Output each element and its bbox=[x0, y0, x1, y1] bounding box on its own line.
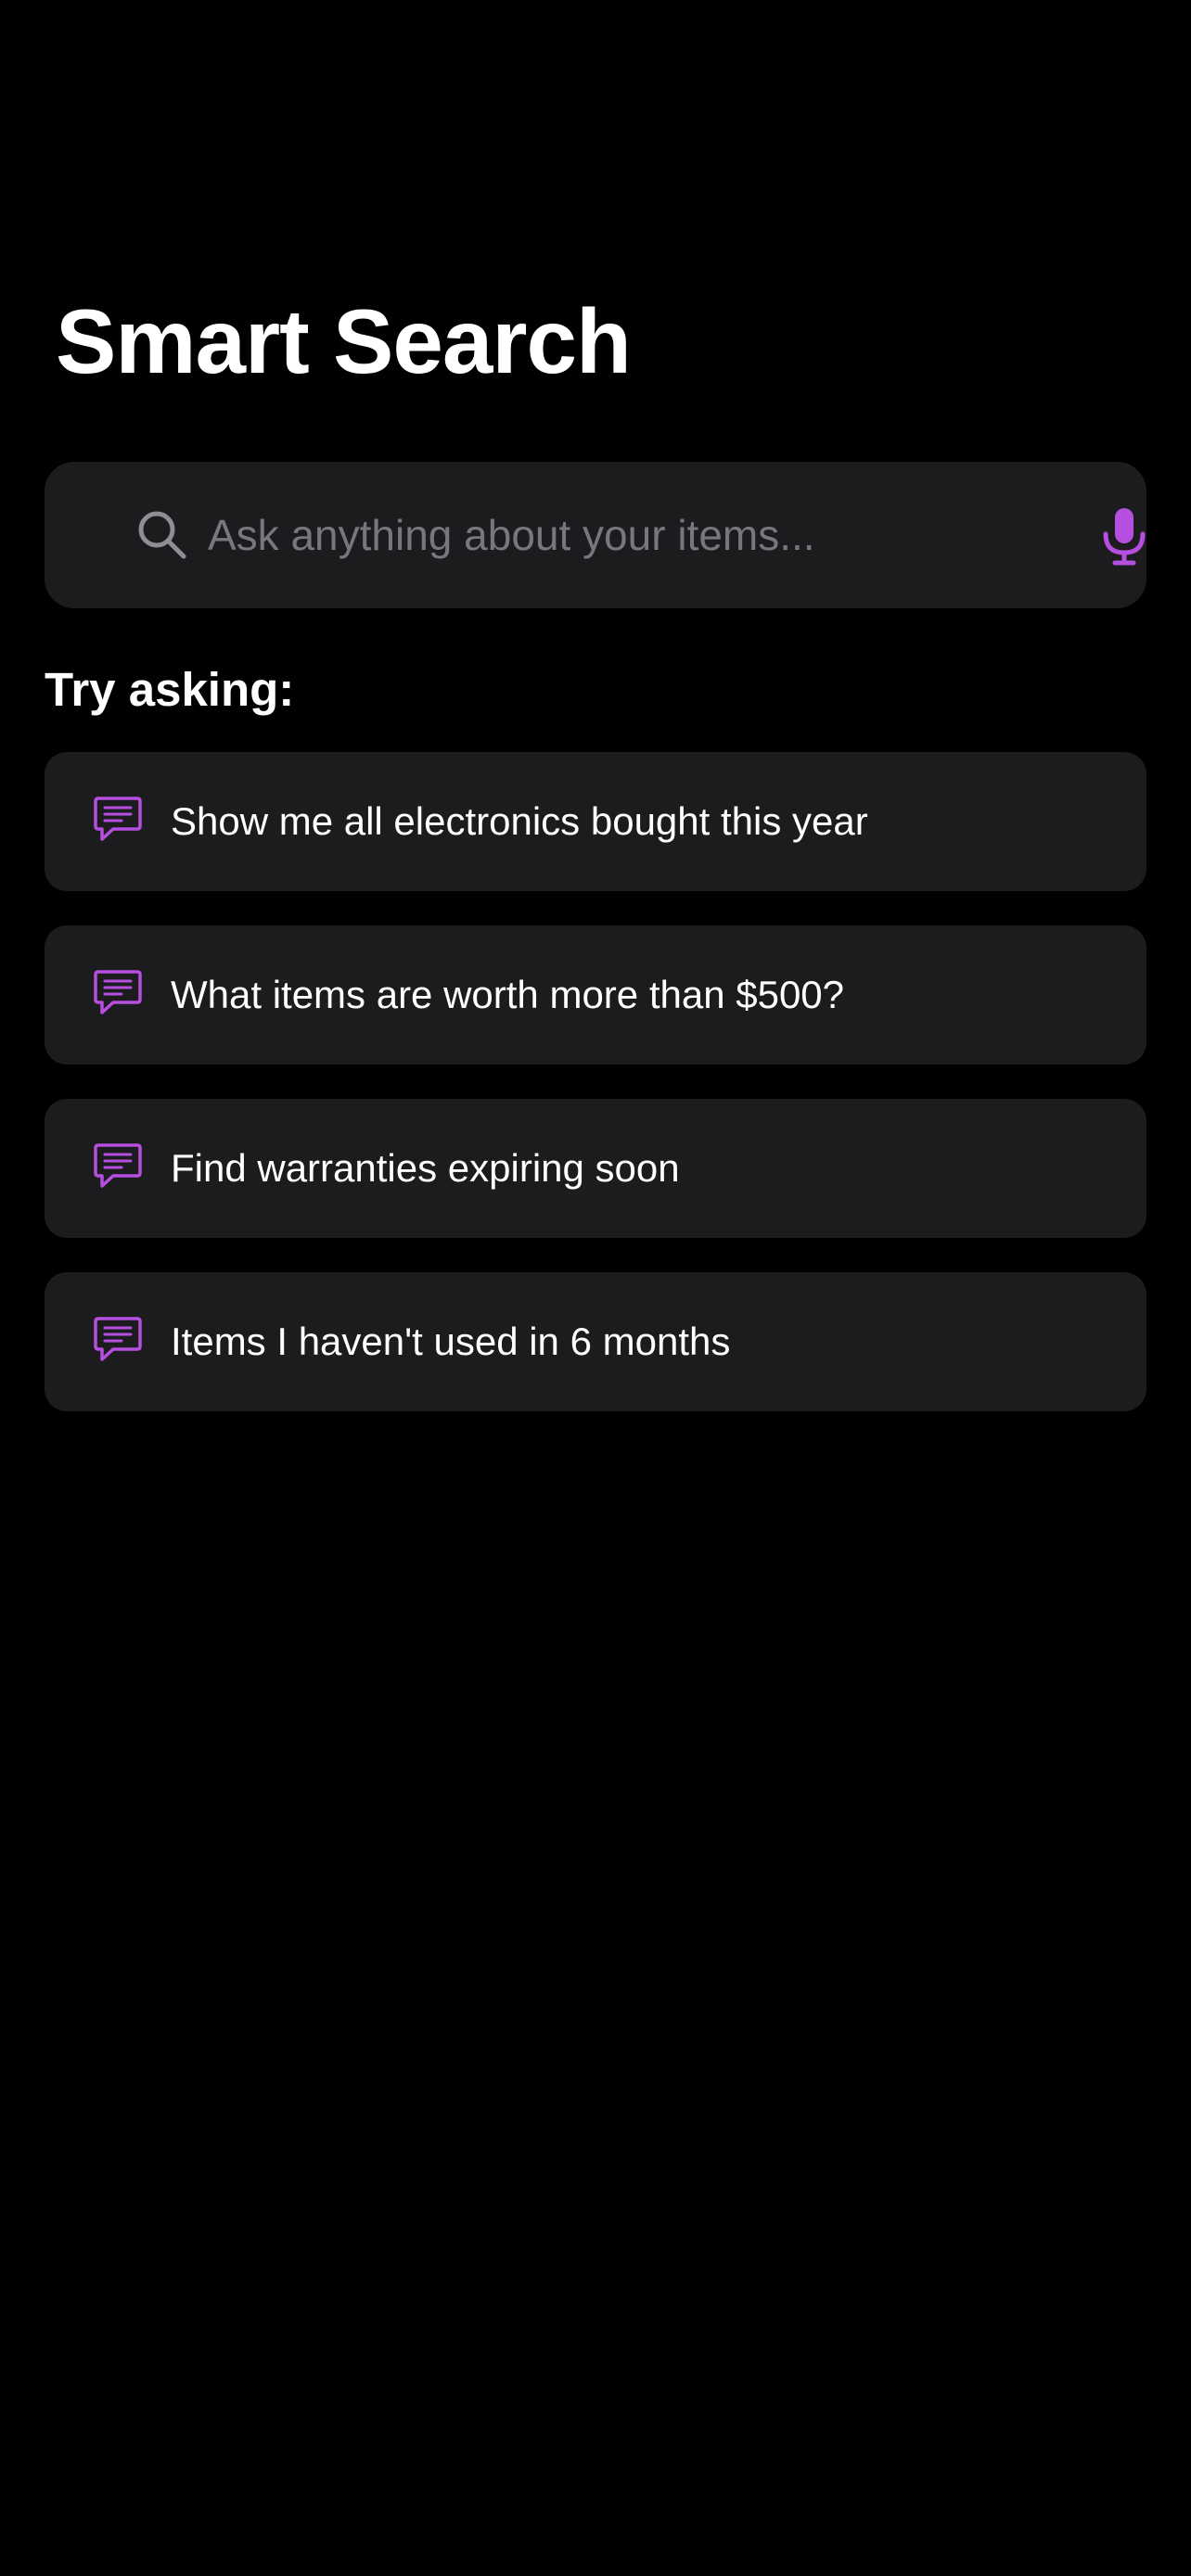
chat-bubble-icon bbox=[94, 970, 142, 1014]
suggestion-label: Find warranties expiring soon bbox=[171, 1146, 680, 1190]
suggestion-item[interactable]: What items are worth more than $500? bbox=[45, 925, 1146, 1065]
microphone-icon[interactable] bbox=[1096, 506, 1152, 566]
search-input[interactable] bbox=[208, 462, 1061, 608]
suggestion-item[interactable]: Show me all electronics bought this year bbox=[45, 752, 1146, 891]
suggestion-label: What items are worth more than $500? bbox=[171, 973, 845, 1016]
try-asking-heading: Try asking: bbox=[45, 663, 295, 716]
search-icon bbox=[138, 511, 186, 559]
chat-bubble-icon bbox=[94, 1143, 142, 1188]
page-title: Smart Search bbox=[56, 290, 632, 392]
suggestion-label: Show me all electronics bought this year bbox=[171, 799, 868, 843]
chat-bubble-icon bbox=[94, 797, 142, 841]
chat-bubble-icon bbox=[94, 1317, 142, 1361]
suggestion-item[interactable]: Items I haven't used in 6 months bbox=[45, 1272, 1146, 1411]
suggestion-label: Items I haven't used in 6 months bbox=[171, 1320, 731, 1363]
search-bar[interactable] bbox=[45, 462, 1146, 608]
suggestion-item[interactable]: Find warranties expiring soon bbox=[45, 1099, 1146, 1238]
